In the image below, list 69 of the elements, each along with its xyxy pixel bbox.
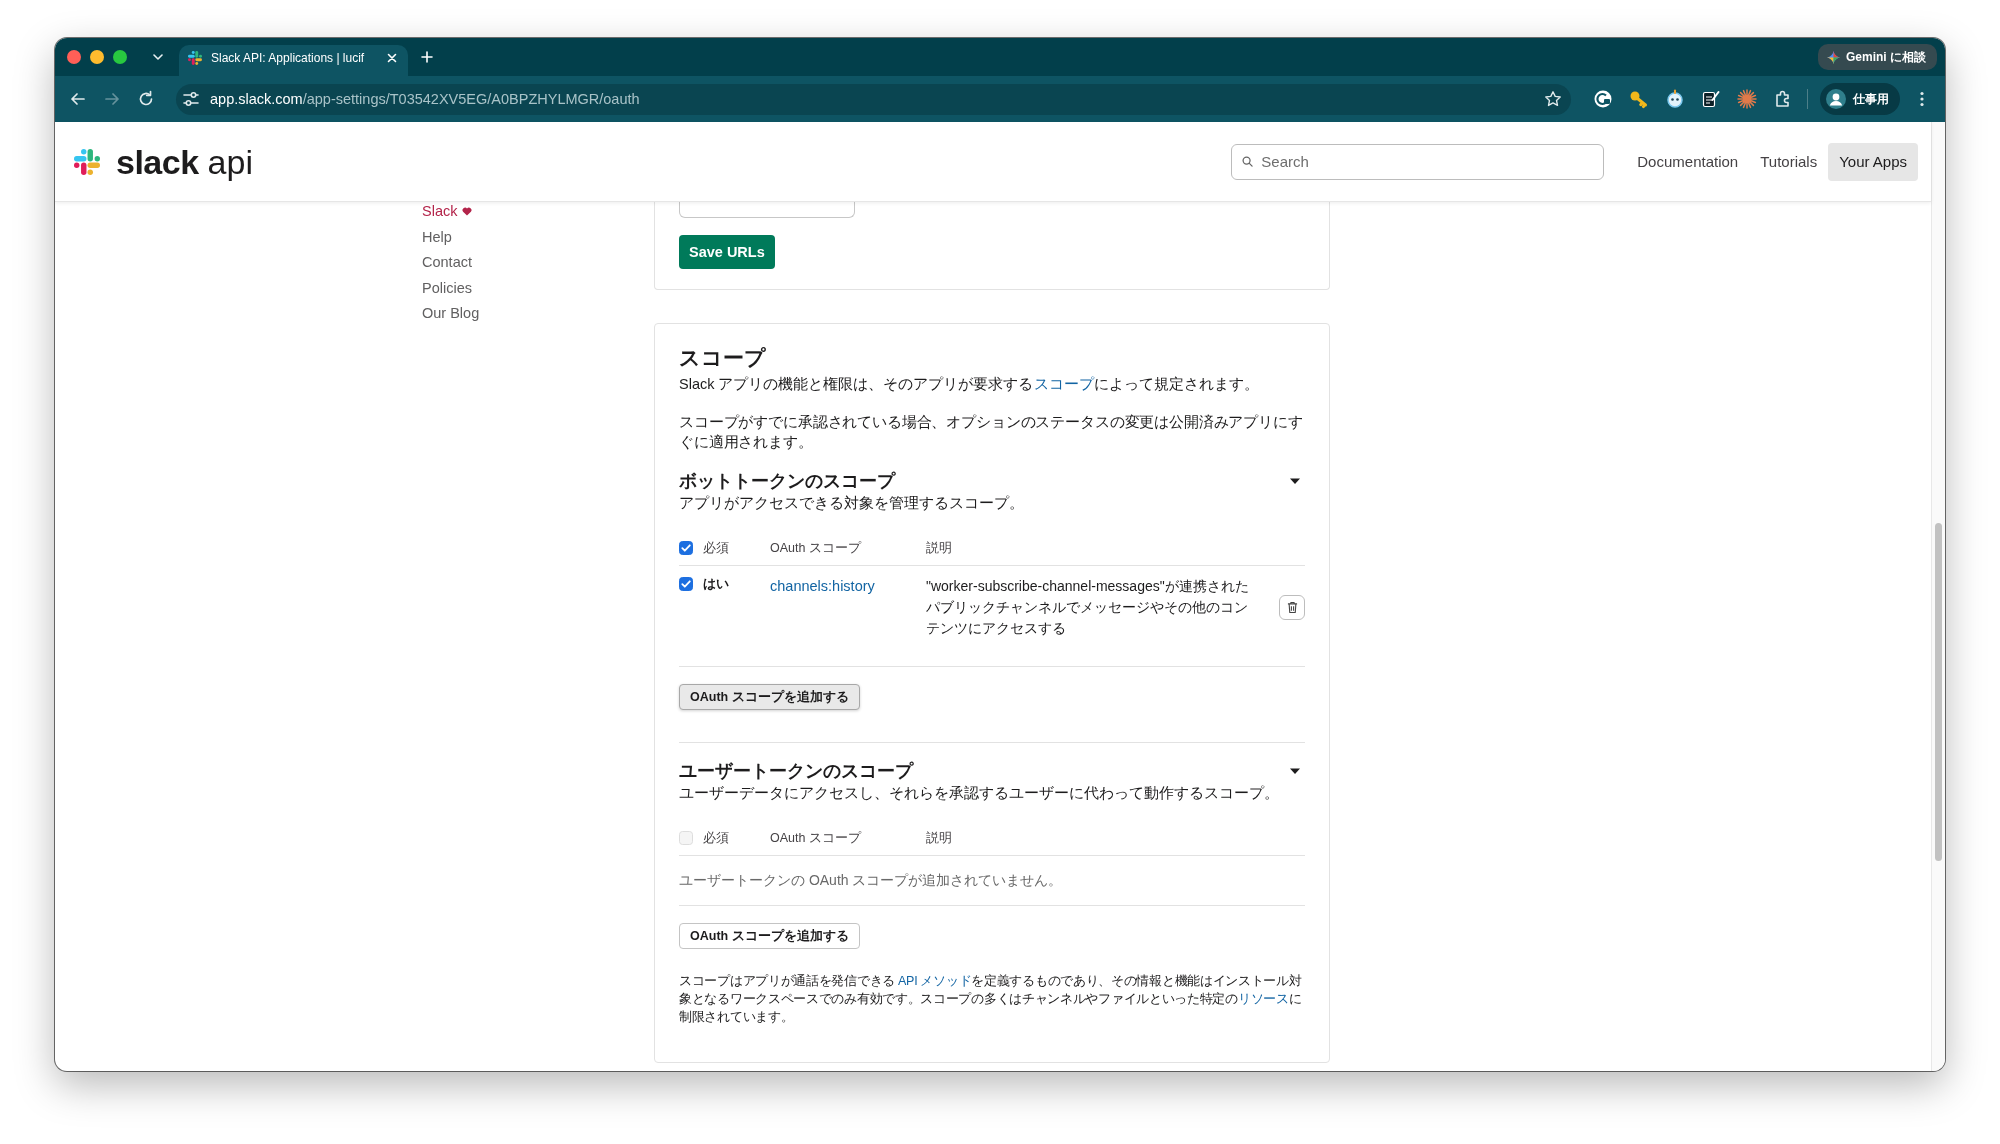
close-icon[interactable] xyxy=(387,53,397,63)
window-close-icon[interactable] xyxy=(67,50,81,64)
browser-tab[interactable]: Slack API: Applications | lucif xyxy=(179,45,408,76)
robot-icon[interactable] xyxy=(1665,89,1685,109)
delete-button[interactable] xyxy=(1279,595,1305,620)
checkbox[interactable] xyxy=(679,541,693,555)
reload-icon[interactable] xyxy=(137,90,155,108)
address-bar[interactable]: app.slack.com/app-settings/T03542XV5EG/A0BPZHYLMGR/oauth xyxy=(176,83,1571,115)
back-icon[interactable] xyxy=(69,90,87,108)
profile-button[interactable]: 仕事用 xyxy=(1820,83,1900,115)
site-settings-icon[interactable] xyxy=(182,90,200,108)
save-urls-button[interactable]: Save URLs xyxy=(679,235,775,269)
scope-name-link[interactable]: channels:history xyxy=(770,576,926,597)
add-scope-button[interactable]: OAuth スコープを追加する xyxy=(679,684,860,710)
kebab-menu-icon[interactable] xyxy=(1920,91,1924,107)
nav-link[interactable]: Documentation xyxy=(1626,142,1750,181)
footnote-text: スコープはアプリが通話を発信できる API メソッドを定義するものであり、その情報と機能はインストール対象となるワークスペースでのみ有効です。スコープの多くはチャンネルやファイルといった特定の リソース に制限されています。 xyxy=(679,973,1303,1026)
clipboard-pen-icon[interactable] xyxy=(1701,89,1721,109)
search-field[interactable]: Search xyxy=(1231,143,1605,180)
trash-icon xyxy=(1286,601,1298,614)
logo-icon[interactable] xyxy=(74,148,100,175)
heart-icon xyxy=(462,207,473,217)
sidebar-link[interactable]: Contact xyxy=(422,250,472,276)
url-text: app.slack.com/app-settings/T03542XV5EG/A0BPZHYLMGR/oauth xyxy=(210,91,641,107)
circle-lock-icon[interactable] xyxy=(1593,89,1613,109)
caret-icon[interactable] xyxy=(1290,766,1300,776)
section-title: ボットトークンのスコープ xyxy=(679,470,895,493)
gemini-button[interactable]: Gemini に相談 xyxy=(1818,44,1937,70)
caret-icon[interactable] xyxy=(1290,476,1300,486)
add-scope-button[interactable]: OAuth スコープを追加する xyxy=(679,923,860,949)
logo-wordmark[interactable]: slack xyxy=(116,141,199,182)
note-text: スコープがすでに承認されている場合、オプションのステータスの変更は公開済みアプリにすぐに適用されます。 xyxy=(679,413,1304,452)
window-minimize-icon[interactable] xyxy=(90,50,104,64)
sidebar-link[interactable]: Help xyxy=(422,224,452,250)
column-header: OAuth スコープ xyxy=(770,829,863,847)
column-header: 説明 xyxy=(926,829,953,847)
sidebar-link[interactable]: Slack xyxy=(422,202,473,225)
doc-link[interactable]: API メソッド xyxy=(898,974,972,988)
intro-text: Slack アプリの機能と権限は、そのアプリが要求する スコープによって規定されます。 xyxy=(679,375,1260,394)
plus-icon[interactable] xyxy=(421,51,433,63)
section-subtitle: ユーザーデータにアクセスし、それらを承認するユーザーに代わって動作するスコープ。 xyxy=(679,784,1280,803)
scope-description: "worker-subscribe-channel-messages"が連携されたパブリックチャンネルでメッセージやその他のコンテンツにアクセスする xyxy=(926,577,1250,638)
star-icon[interactable] xyxy=(1544,90,1562,108)
window-zoom-icon[interactable] xyxy=(113,50,127,64)
sidebar-link[interactable]: Policies xyxy=(422,275,472,301)
column-header: OAuth スコープ xyxy=(770,539,863,557)
logo-suffix[interactable]: api xyxy=(207,141,253,182)
sparkle-icon xyxy=(1827,50,1840,64)
section-subtitle: アプリがアクセスできる対象を管理するスコープ。 xyxy=(679,494,1025,513)
starburst-icon[interactable] xyxy=(1737,89,1757,109)
doc-link[interactable]: リソース xyxy=(1237,992,1289,1006)
nav-link[interactable]: Tutorials xyxy=(1749,142,1829,181)
scope-link[interactable]: スコープ xyxy=(1033,376,1094,392)
required-label: はい xyxy=(703,576,730,592)
search-icon xyxy=(1242,155,1254,167)
column-header: 必須 xyxy=(703,829,730,847)
column-header: 必須 xyxy=(703,539,730,557)
card-title: スコープ xyxy=(679,345,767,371)
sidebar-link[interactable]: Our Blog xyxy=(422,301,480,327)
chevron-down-icon[interactable] xyxy=(153,54,163,60)
section-title: ユーザートークンのスコープ xyxy=(679,760,913,783)
logo-icon xyxy=(188,51,202,65)
avatar-icon xyxy=(1826,89,1846,109)
nav-link[interactable]: Your Apps xyxy=(1828,142,1918,181)
scrollbar-thumb[interactable] xyxy=(1935,523,1942,861)
empty-message: ユーザートークンの OAuth スコープが追加されていません。 xyxy=(679,856,1305,906)
key-icon[interactable] xyxy=(1629,89,1649,109)
column-header: 説明 xyxy=(926,539,953,557)
checkbox[interactable] xyxy=(679,577,693,591)
